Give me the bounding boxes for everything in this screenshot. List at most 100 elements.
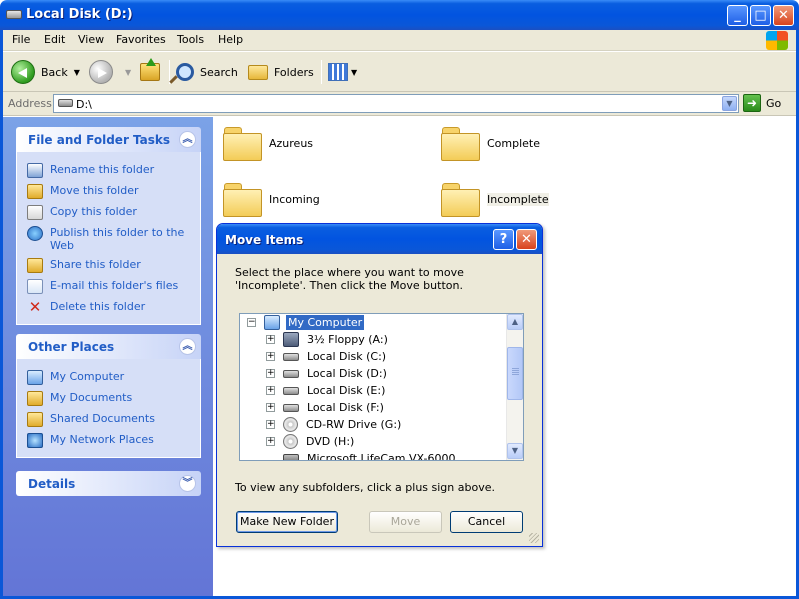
menu-tools[interactable]: Tools <box>177 33 204 46</box>
panel-header[interactable]: File and Folder Tasks ︽ <box>16 127 201 152</box>
floppy-drive-icon <box>283 332 299 347</box>
expand-toggle[interactable]: + <box>266 386 275 395</box>
drive-icon <box>58 99 73 107</box>
task-move-folder[interactable]: Move this folder <box>17 181 200 202</box>
tree-node[interactable]: + 3½ Floppy (A:) <box>266 331 390 348</box>
close-button[interactable]: ✕ <box>773 5 794 26</box>
menu-bar: File Edit View Favorites Tools Help <box>3 30 796 51</box>
share-icon <box>27 258 43 273</box>
details-panel: Details ︾ <box>16 471 201 496</box>
menu-view[interactable]: View <box>78 33 104 46</box>
panel-header[interactable]: Details ︾ <box>16 471 201 496</box>
hard-disk-icon <box>283 386 299 395</box>
back-dropdown-icon[interactable]: ▼ <box>74 68 80 77</box>
collapse-toggle[interactable]: − <box>247 318 256 327</box>
tree-node[interactable]: + Local Disk (D:) <box>266 365 389 382</box>
menu-favorites[interactable]: Favorites <box>116 33 166 46</box>
up-folder-button[interactable] <box>140 58 160 85</box>
expand-chevron-icon[interactable]: ︾ <box>179 475 196 492</box>
collapse-chevron-icon[interactable]: ︽ <box>179 131 196 148</box>
cancel-button[interactable]: Cancel <box>450 511 523 533</box>
forward-dropdown-icon[interactable]: ▼ <box>125 68 131 77</box>
go-button[interactable]: ➜ Go <box>743 94 781 112</box>
dialog-close-button[interactable]: ✕ <box>516 229 537 250</box>
place-my-network[interactable]: My Network Places <box>17 430 200 451</box>
go-arrow-icon: ➜ <box>743 94 761 112</box>
tree-scrollbar[interactable]: ▲ ▼ <box>506 314 523 460</box>
tree-node[interactable]: + Local Disk (C:) <box>266 348 388 365</box>
expand-toggle[interactable]: + <box>266 335 275 344</box>
maximize-button[interactable]: □ <box>750 5 771 26</box>
move-button[interactable]: Move <box>369 511 442 533</box>
place-my-computer[interactable]: My Computer <box>17 367 200 388</box>
views-button[interactable]: ▼ <box>328 59 357 85</box>
folder-item[interactable]: Complete <box>441 127 540 161</box>
dialog-instruction: Select the place where you want to move … <box>235 266 464 292</box>
panel-header[interactable]: Other Places ︽ <box>16 334 201 359</box>
task-email-files[interactable]: E-mail this folder's files <box>17 276 200 297</box>
task-share-folder[interactable]: Share this folder <box>17 255 200 276</box>
address-input[interactable]: D:\ ▼ <box>53 94 739 113</box>
help-button[interactable]: ? <box>493 229 514 250</box>
folder-item-selected[interactable]: Incomplete <box>441 183 549 217</box>
back-arrow-icon <box>11 60 35 84</box>
folder-tree[interactable]: − My Computer + 3½ Floppy (A:) + Local D… <box>239 313 524 461</box>
back-label: Back <box>41 65 68 79</box>
views-dropdown-icon: ▼ <box>351 67 358 77</box>
address-value: D:\ <box>76 98 92 111</box>
expand-toggle[interactable]: + <box>266 420 275 429</box>
folder-icon <box>223 127 262 161</box>
dvd-drive-icon <box>283 434 298 449</box>
expand-toggle[interactable]: + <box>266 437 275 446</box>
place-my-documents[interactable]: My Documents <box>17 388 200 409</box>
folder-item[interactable]: Incoming <box>223 183 320 217</box>
forward-button[interactable]: ▼ <box>89 59 131 85</box>
tree-node[interactable]: + Local Disk (F:) <box>266 399 386 416</box>
scroll-thumb[interactable] <box>507 347 523 400</box>
search-button[interactable]: Search <box>176 59 238 85</box>
cd-drive-icon <box>283 417 298 432</box>
tree-node-my-computer[interactable]: − My Computer <box>247 314 365 331</box>
toolbar: Back ▼ ▼ Search Folders ▼ <box>3 52 796 92</box>
network-icon <box>27 433 43 448</box>
panel-title: Details <box>28 477 76 491</box>
resize-grip-icon[interactable] <box>529 533 539 543</box>
tree-node[interactable]: + DVD (H:) <box>266 433 356 450</box>
menu-file[interactable]: File <box>12 33 30 46</box>
task-rename-folder[interactable]: Rename this folder <box>17 160 200 181</box>
minimize-button[interactable]: _ <box>727 5 748 26</box>
scroll-down-icon[interactable]: ▼ <box>507 443 523 459</box>
up-folder-icon <box>140 58 160 81</box>
back-button[interactable]: Back ▼ <box>11 59 80 85</box>
collapse-chevron-icon[interactable]: ︽ <box>179 338 196 355</box>
computer-icon <box>264 315 280 330</box>
address-dropdown-icon[interactable]: ▼ <box>722 96 737 111</box>
make-new-folder-button[interactable]: Make New Folder <box>236 511 338 533</box>
task-publish-folder[interactable]: Publish this folder to the Web <box>17 223 200 255</box>
forward-arrow-icon <box>89 60 113 84</box>
dialog-title-bar[interactable]: Move Items ? ✕ <box>217 224 542 254</box>
webcam-icon <box>283 453 299 460</box>
drive-icon <box>6 10 22 19</box>
shared-folder-icon <box>27 412 43 427</box>
menu-edit[interactable]: Edit <box>44 33 65 46</box>
documents-folder-icon <box>27 391 43 406</box>
window-title-bar[interactable]: Local Disk (D:) _ □ ✕ <box>0 0 799 30</box>
expand-toggle[interactable]: + <box>266 352 275 361</box>
panel-body: My Computer My Documents Shared Document… <box>16 359 201 458</box>
expand-toggle[interactable]: + <box>266 369 275 378</box>
tree-node[interactable]: Microsoft LifeCam VX-6000 <box>283 450 458 460</box>
scroll-up-icon[interactable]: ▲ <box>507 314 523 330</box>
dialog-hint: To view any subfolders, click a plus sig… <box>235 481 495 494</box>
task-delete-folder[interactable]: ✕ Delete this folder <box>17 297 200 318</box>
tree-node[interactable]: + Local Disk (E:) <box>266 382 387 399</box>
folders-button[interactable]: Folders <box>248 59 314 85</box>
tree-node[interactable]: + CD-RW Drive (G:) <box>266 416 403 433</box>
folder-item[interactable]: Azureus <box>223 127 313 161</box>
expand-toggle[interactable]: + <box>266 403 275 412</box>
place-shared-documents[interactable]: Shared Documents <box>17 409 200 430</box>
menu-help[interactable]: Help <box>218 33 243 46</box>
task-copy-folder[interactable]: Copy this folder <box>17 202 200 223</box>
address-label: Address <box>8 97 52 110</box>
other-places-panel: Other Places ︽ My Computer My Documents … <box>16 334 201 458</box>
